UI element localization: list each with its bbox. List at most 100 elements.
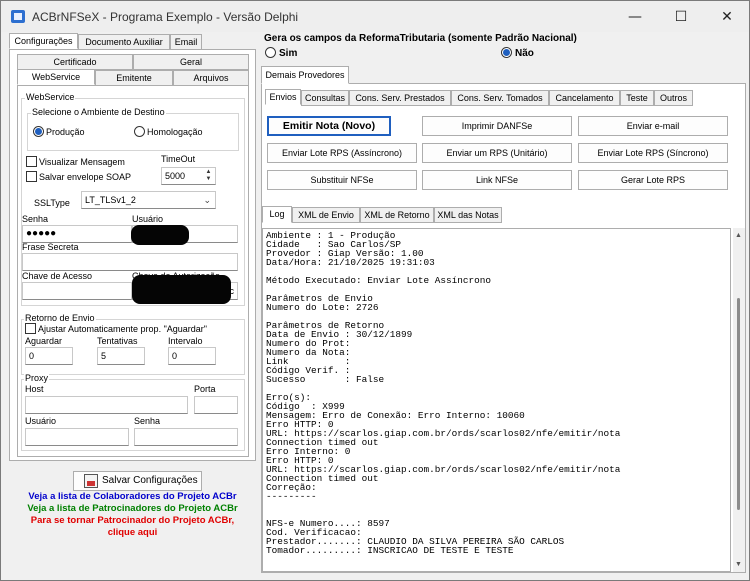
producao-radio[interactable] (33, 126, 44, 137)
reforma-nao-label: Não (515, 48, 534, 59)
usuario-label: Usuário (132, 214, 164, 224)
proxy-senha-input[interactable] (134, 428, 238, 446)
salvar-configuracoes-label: Salvar Configurações (102, 475, 198, 486)
tab-geral[interactable]: Geral (133, 54, 249, 70)
clique-aqui-link[interactable]: clique aqui (9, 527, 256, 539)
timeout-value: 5000 (165, 171, 186, 181)
homologacao-radio[interactable] (134, 126, 145, 137)
producao-label: Produção (46, 127, 85, 137)
enviar-lote-sincrono-button[interactable]: Enviar Lote RPS (Síncrono) (578, 143, 728, 163)
proxy-group-label: Proxy (24, 373, 50, 384)
intervalo-label: Intervalo (168, 336, 203, 346)
title-bar[interactable]: ACBrNFSeX - Programa Exemplo - Versão De… (1, 1, 749, 32)
enviar-email-button[interactable]: Enviar e-mail (578, 116, 728, 136)
ajustar-aguardar-checkbox[interactable] (25, 323, 36, 334)
window-title: ACBrNFSeX - Programa Exemplo - Versão De… (32, 10, 299, 24)
environment-group-label: Selecione o Ambiente de Destino (31, 107, 166, 118)
proxy-porta-input[interactable] (194, 396, 238, 414)
scroll-up-icon[interactable]: ▲ (735, 232, 742, 239)
visualizar-mensagem-checkbox[interactable] (26, 156, 37, 167)
proxy-senha-label: Senha (134, 416, 161, 426)
ssltype-value: LT_TLSv1_2 (85, 195, 136, 205)
log-line: Método Executado: Enviar Lote Assíncrono (266, 275, 492, 286)
scroll-thumb[interactable] (737, 298, 740, 510)
tentativas-label: Tentativas (97, 336, 138, 346)
aguardar-label: Aguardar (25, 336, 63, 346)
reforma-label: Gera os campos da ReformaTributaria (som… (264, 33, 577, 44)
homologacao-label: Homologação (147, 127, 203, 137)
ssltype-label: SSLType (34, 198, 70, 208)
app-icon (11, 10, 25, 23)
salvar-configuracoes-button[interactable]: Salvar Configurações (73, 471, 202, 491)
timeout-label: TimeOut (161, 154, 196, 164)
tab-outros[interactable]: Outros (654, 90, 693, 106)
patrocinadores-link[interactable]: Veja a lista de Patrocinadores do Projet… (9, 503, 256, 515)
aguardar-input[interactable]: 0 (25, 347, 73, 365)
senha-input[interactable]: ●●●●● (22, 225, 132, 243)
maximize-button[interactable]: ☐ (658, 5, 704, 29)
tab-cons-serv-tomados[interactable]: Cons. Serv. Tomados (451, 90, 549, 106)
tab-emitente[interactable]: Emitente (95, 70, 173, 86)
gerar-lote-rps-button[interactable]: Gerar Lote RPS (578, 170, 728, 190)
proxy-host-input[interactable] (25, 396, 188, 414)
enviar-lote-assincrono-button[interactable]: Enviar Lote RPS (Assíncrono) (267, 143, 417, 163)
proxy-host-label: Host (25, 384, 44, 394)
scroll-down-icon[interactable]: ▼ (735, 561, 742, 568)
tab-xml-envio[interactable]: XML de Envio (292, 207, 360, 223)
chave-acesso-label: Chave de Acesso (22, 271, 93, 281)
salvar-soap-label: Salvar envelope SOAP (39, 172, 132, 182)
tab-envios[interactable]: Envios (265, 89, 301, 105)
substituir-nfse-button[interactable]: Substituir NFSe (267, 170, 417, 190)
imprimir-danfse-button[interactable]: Imprimir DANFSe (422, 116, 572, 136)
tab-documento-auxiliar[interactable]: Documento Auxiliar (78, 34, 170, 50)
frase-secreta-input[interactable] (22, 253, 238, 271)
tab-xml-retorno[interactable]: XML de Retorno (360, 207, 434, 223)
tab-cancelamento[interactable]: Cancelamento (549, 90, 620, 106)
timeout-spin[interactable]: 5000 ▲ ▼ (161, 167, 216, 185)
tab-certificado[interactable]: Certificado (17, 54, 133, 70)
main-window: ACBrNFSeX - Programa Exemplo - Versão De… (0, 0, 750, 581)
salvar-soap-checkbox[interactable] (26, 171, 37, 182)
log-line: Numero do Lote: 2726 (266, 302, 379, 313)
log-line: Data/Hora: 21/10/2025 19:31:03 (266, 257, 435, 268)
tab-xml-notas[interactable]: XML das Notas (434, 207, 502, 223)
tab-email[interactable]: Email (170, 34, 202, 50)
ssltype-select[interactable]: LT_TLSv1_2 ⌄ (81, 191, 216, 209)
redacted-usuario (131, 225, 189, 245)
link-nfse-button[interactable]: Link NFSe (422, 170, 572, 190)
tab-webservice[interactable]: WebService (17, 69, 95, 85)
save-icon (84, 474, 98, 488)
redacted-chave-autorizacao (132, 275, 231, 304)
reforma-sim-radio[interactable] (265, 47, 276, 58)
log-scrollbar[interactable]: ▲ ▼ (733, 228, 745, 572)
chevron-down-icon: ⌄ (203, 195, 211, 205)
tab-log[interactable]: Log (262, 206, 292, 223)
tab-consultas[interactable]: Consultas (301, 90, 349, 106)
tentativas-input[interactable]: 5 (97, 347, 145, 365)
reforma-nao-radio[interactable] (501, 47, 512, 58)
tab-cons-serv-prestados[interactable]: Cons. Serv. Prestados (349, 90, 451, 106)
tab-arquivos[interactable]: Arquivos (173, 70, 249, 86)
close-button[interactable]: ✕ (704, 5, 749, 29)
colaboradores-link[interactable]: Veja a lista de Colaboradores do Projeto… (9, 491, 256, 503)
spin-arrows-icon[interactable]: ▲ ▼ (204, 169, 213, 183)
log-line: Tomador.........: INSCRICAO DE TESTE E T… (266, 545, 514, 556)
chave-acesso-input[interactable] (22, 282, 132, 300)
proxy-usuario-input[interactable] (25, 428, 129, 446)
enviar-rps-unitario-button[interactable]: Enviar um RPS (Unitário) (422, 143, 572, 163)
left-config-panel: Configurações Documento Auxiliar Email C… (9, 33, 256, 577)
intervalo-input[interactable]: 0 (168, 347, 216, 365)
log-line: Sucesso : False (266, 374, 385, 385)
tornar-patrocinador-link[interactable]: Para se tornar Patrocinador do Projeto A… (9, 515, 256, 527)
tab-teste[interactable]: Teste (620, 90, 654, 106)
proxy-usuario-label: Usuário (25, 416, 57, 426)
reforma-sim-label: Sim (279, 48, 298, 59)
tab-demais-provedores[interactable]: Demais Provedores (261, 66, 349, 84)
tab-configuracoes[interactable]: Configurações (9, 33, 78, 49)
emitir-nota-button[interactable]: Emitir Nota (Novo) (267, 116, 391, 136)
log-textarea[interactable]: Ambiente : 1 - Produção Cidade : Sao Car… (262, 228, 731, 572)
frase-secreta-label: Frase Secreta (22, 242, 79, 252)
ajustar-aguardar-label: Ajustar Automaticamente prop. "Aguardar" (38, 324, 207, 334)
minimize-button[interactable]: — (612, 5, 658, 29)
proxy-porta-label: Porta (194, 384, 216, 394)
